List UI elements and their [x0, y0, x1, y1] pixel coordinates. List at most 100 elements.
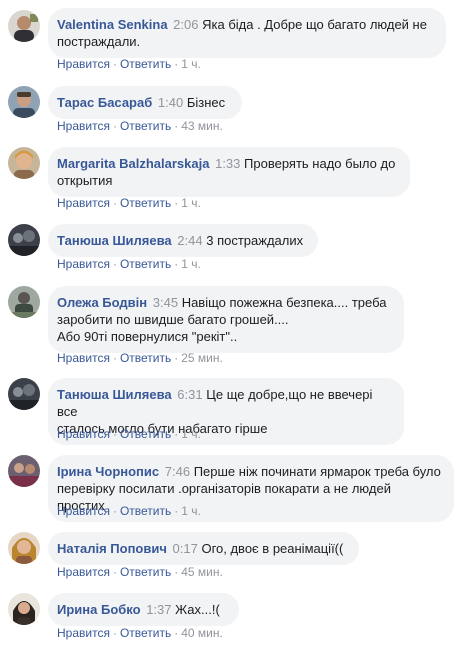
- comment-time: 0:17: [172, 541, 198, 556]
- comment-actions: Нравится · Ответить · 25 мин.: [57, 350, 223, 366]
- comment-text-line: постраждали.: [57, 34, 141, 49]
- avatar[interactable]: [8, 10, 40, 42]
- comment-text-line: Проверять надо было до: [244, 156, 396, 171]
- separator: ·: [112, 57, 117, 71]
- like-link[interactable]: Нравится: [57, 119, 110, 133]
- comment-age[interactable]: 43 мин.: [181, 119, 223, 133]
- comment-bubble: Олежа Бодвін 3:45 Навіщо пожежна безпека…: [48, 286, 404, 353]
- separator: ·: [112, 427, 117, 441]
- comment-text-line: открытия: [57, 173, 113, 188]
- comment-actions: Нравится · Ответить · 1 ч.: [57, 426, 201, 442]
- comment-bubble: Танюша Шиляева 2:44 3 постраждалих: [48, 224, 318, 257]
- avatar[interactable]: [8, 286, 40, 318]
- comment-author[interactable]: Ірина Чорнопис: [57, 464, 159, 479]
- comment-author[interactable]: Олежа Бодвін: [57, 295, 147, 310]
- avatar[interactable]: [8, 593, 40, 625]
- comment-text-line: Навіщо пожежна безпека.... треба: [181, 295, 387, 310]
- like-link[interactable]: Нравится: [57, 57, 110, 71]
- reply-link[interactable]: Ответить: [120, 427, 171, 441]
- comment-author[interactable]: Ирина Бобко: [57, 602, 141, 617]
- comment-text-line: Або 90ті повернулися "рекіт"..: [57, 329, 238, 344]
- comment-time: 7:46: [164, 464, 191, 479]
- avatar[interactable]: [8, 224, 40, 256]
- avatar-photo: [8, 86, 40, 118]
- comment-time: 1:37: [146, 602, 172, 617]
- separator: ·: [112, 119, 117, 133]
- comment-author[interactable]: Тарас Басараб: [57, 95, 152, 110]
- comment-age[interactable]: 1 ч.: [181, 257, 201, 271]
- comment-bubble: Margarita Balzhalarskaja 1:33 Проверять …: [48, 147, 410, 197]
- like-link[interactable]: Нравится: [57, 196, 110, 210]
- avatar-photo: [8, 10, 40, 42]
- comment-actions: Нравится · Ответить · 45 мин.: [57, 564, 223, 580]
- reply-link[interactable]: Ответить: [120, 196, 171, 210]
- comment-text-line: Яка біда . Добре що багато людей не: [202, 17, 427, 32]
- like-link[interactable]: Нравится: [57, 626, 110, 640]
- separator: ·: [174, 257, 179, 271]
- reply-link[interactable]: Ответить: [120, 504, 171, 518]
- comment-text-line: Ого, двоє в реанімації((: [201, 541, 344, 556]
- comment-time: 2:44: [177, 233, 203, 248]
- like-link[interactable]: Нравится: [57, 565, 110, 579]
- separator: ·: [174, 504, 179, 518]
- comment-time: 2:06: [173, 17, 199, 32]
- separator: ·: [112, 196, 117, 210]
- comment-age[interactable]: 1 ч.: [181, 504, 201, 518]
- comment-age[interactable]: 1 ч.: [181, 57, 201, 71]
- comment-author[interactable]: Танюша Шиляева: [57, 233, 172, 248]
- comment-time: 1:33: [215, 156, 241, 171]
- comment-age[interactable]: 25 мин.: [181, 351, 223, 365]
- comment-time: 3:45: [152, 295, 179, 310]
- comment-age[interactable]: 45 мин.: [181, 565, 223, 579]
- comment-text-line: Бізнес: [186, 95, 226, 110]
- avatar[interactable]: [8, 532, 40, 564]
- separator: ·: [174, 626, 179, 640]
- comment-actions: Нравится · Ответить · 1 ч.: [57, 256, 201, 272]
- avatar-photo: [8, 224, 40, 256]
- comment-author[interactable]: Наталія Попович: [57, 541, 167, 556]
- avatar[interactable]: [8, 86, 40, 118]
- comment-age[interactable]: 40 мин.: [181, 626, 223, 640]
- separator: ·: [174, 427, 179, 441]
- separator: ·: [112, 257, 117, 271]
- comment-author[interactable]: Margarita Balzhalarskaja: [57, 156, 209, 171]
- reply-link[interactable]: Ответить: [120, 57, 171, 71]
- separator: ·: [174, 196, 179, 210]
- comment-age[interactable]: 1 ч.: [181, 196, 201, 210]
- avatar[interactable]: [8, 147, 40, 179]
- avatar-photo: [8, 147, 40, 179]
- like-link[interactable]: Нравится: [57, 351, 110, 365]
- comment-actions: Нравится · Ответить · 1 ч.: [57, 56, 201, 72]
- separator: ·: [174, 57, 179, 71]
- comment-time: 6:31: [177, 387, 203, 402]
- reply-link[interactable]: Ответить: [120, 351, 171, 365]
- comment-author[interactable]: Valentina Senkina: [57, 17, 168, 32]
- comment-text-line: 3 постраждалих: [206, 233, 304, 248]
- like-link[interactable]: Нравится: [57, 427, 110, 441]
- comment-text-line: Жах...!(: [175, 602, 220, 617]
- comment-bubble: Наталія Попович 0:17 Ого, двоє в реаніма…: [48, 532, 359, 565]
- like-link[interactable]: Нравится: [57, 257, 110, 271]
- comment-age[interactable]: 1 ч.: [181, 427, 201, 441]
- like-link[interactable]: Нравится: [57, 504, 110, 518]
- separator: ·: [174, 351, 179, 365]
- avatar-photo: [8, 532, 40, 564]
- separator: ·: [112, 351, 117, 365]
- reply-link[interactable]: Ответить: [120, 119, 171, 133]
- avatar-photo: [8, 455, 40, 487]
- avatar-photo: [8, 593, 40, 625]
- avatar[interactable]: [8, 455, 40, 487]
- reply-link[interactable]: Ответить: [120, 565, 171, 579]
- comment-actions: Нравится · Ответить · 40 мин.: [57, 625, 223, 641]
- comment-bubble: Тарас Басараб 1:40 Бізнес: [48, 86, 242, 119]
- comment-actions: Нравится · Ответить · 43 мин.: [57, 118, 223, 134]
- separator: ·: [112, 565, 117, 579]
- reply-link[interactable]: Ответить: [120, 257, 171, 271]
- comment-text-line: Перше ніж починати ярмарок треба було: [193, 464, 441, 479]
- comment-text-line: заробити по швидше багато грошей....: [57, 312, 289, 327]
- separator: ·: [174, 119, 179, 133]
- separator: ·: [112, 504, 117, 518]
- avatar[interactable]: [8, 378, 40, 410]
- reply-link[interactable]: Ответить: [120, 626, 171, 640]
- comment-author[interactable]: Танюша Шиляева: [57, 387, 172, 402]
